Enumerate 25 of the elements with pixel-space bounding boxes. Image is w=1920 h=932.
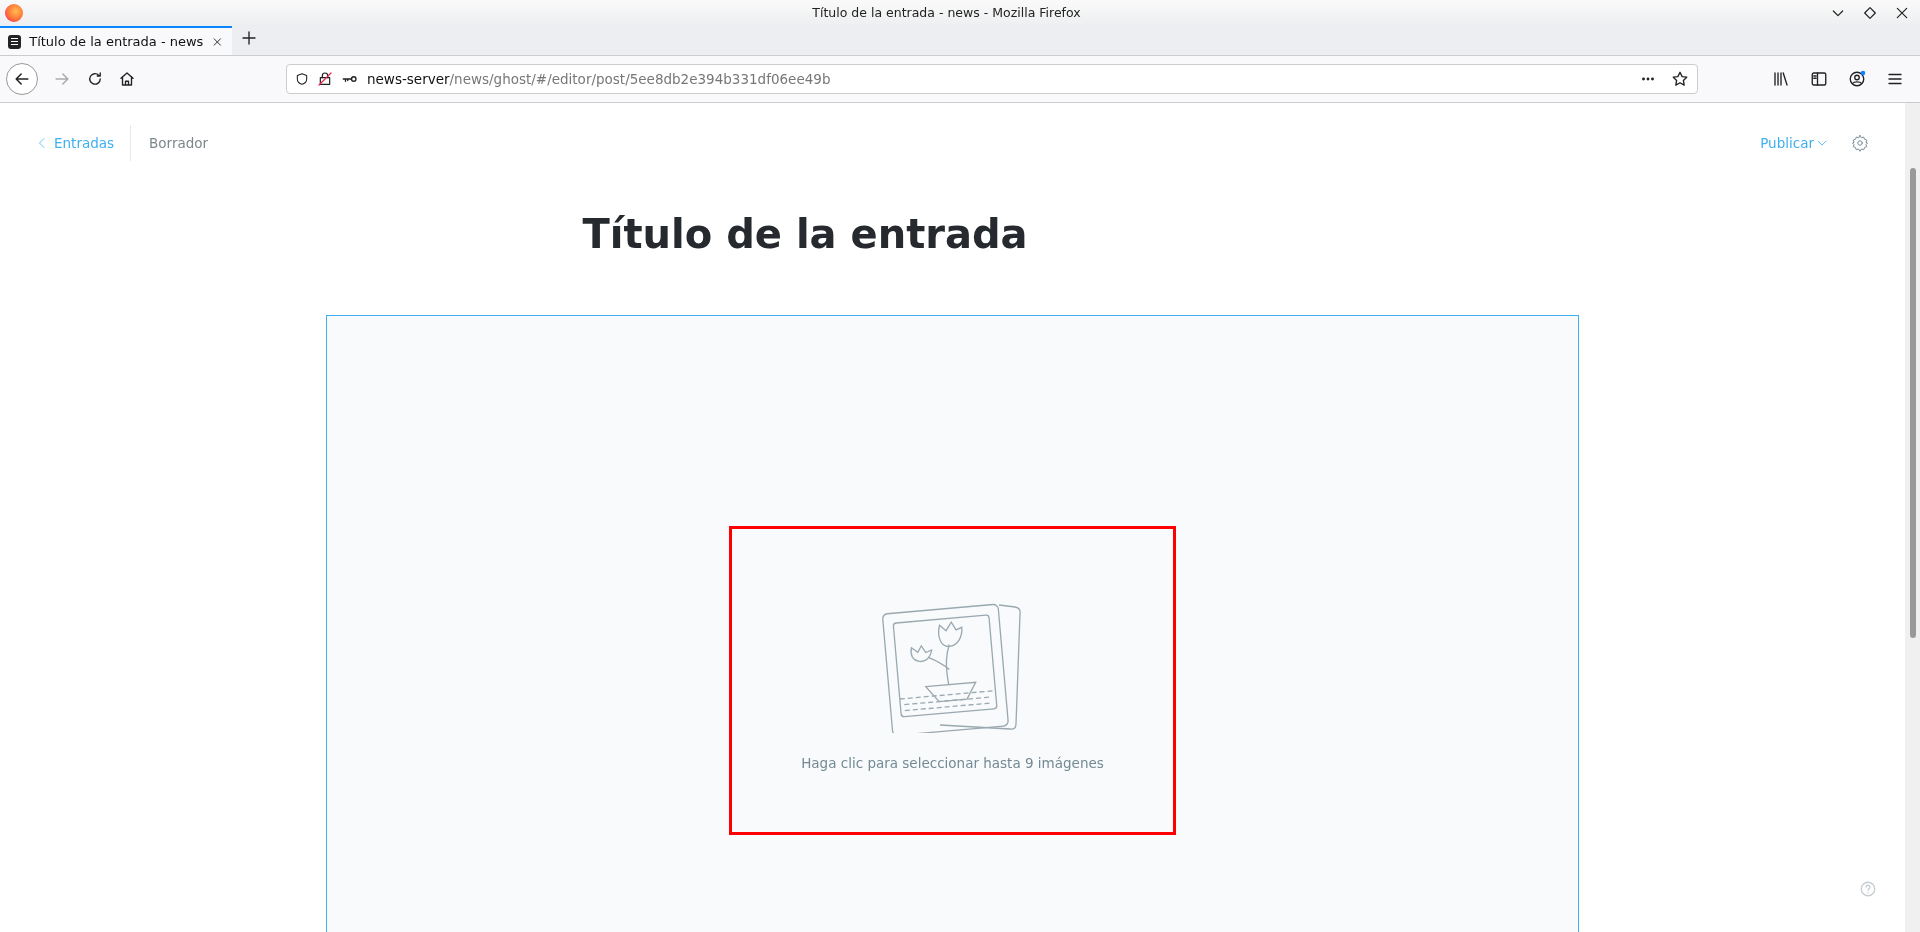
post-status: Borrador	[149, 135, 209, 151]
publish-menu[interactable]: Publicar	[1754, 134, 1833, 152]
window-title: Título de la entrada - news - Mozilla Firefox	[811, 5, 1082, 20]
address-bar[interactable]: news-server/news/ghost/#/editor/post/5ee8db2e394b331df06ee49b	[286, 64, 1698, 94]
sidebar-icon[interactable]	[1810, 70, 1828, 88]
scrollbar[interactable]	[1905, 103, 1920, 932]
post-title[interactable]: Título de la entrada	[582, 211, 1323, 289]
gallery-hint: Haga clic para seleccionar hasta 9 imágenes	[801, 755, 1104, 771]
account-icon[interactable]	[1848, 70, 1866, 88]
back-link[interactable]: Entradas	[36, 125, 132, 161]
shield-icon[interactable]	[295, 72, 309, 86]
url-text: news-server/news/ghost/#/editor/post/5ee8db2e394b331df06ee49b	[367, 71, 831, 87]
gallery-card[interactable]: Haga clic para seleccionar hasta 9 imágenes	[326, 315, 1579, 932]
star-icon[interactable]	[1671, 70, 1689, 88]
reload-icon[interactable]	[86, 70, 104, 88]
maximize-icon[interactable]	[1862, 4, 1878, 21]
back-button[interactable]	[6, 63, 38, 95]
image-drop-zone[interactable]: Haga clic para seleccionar hasta 9 imágenes	[729, 526, 1176, 835]
library-icon[interactable]	[1772, 70, 1790, 88]
settings-icon[interactable]	[1851, 134, 1869, 152]
document-icon	[8, 34, 22, 49]
browser-tab[interactable]: Título de la entrada - news	[0, 26, 232, 55]
home-icon[interactable]	[118, 70, 136, 88]
lock-slash-icon[interactable]	[317, 71, 333, 87]
plus-icon[interactable]	[240, 29, 258, 47]
